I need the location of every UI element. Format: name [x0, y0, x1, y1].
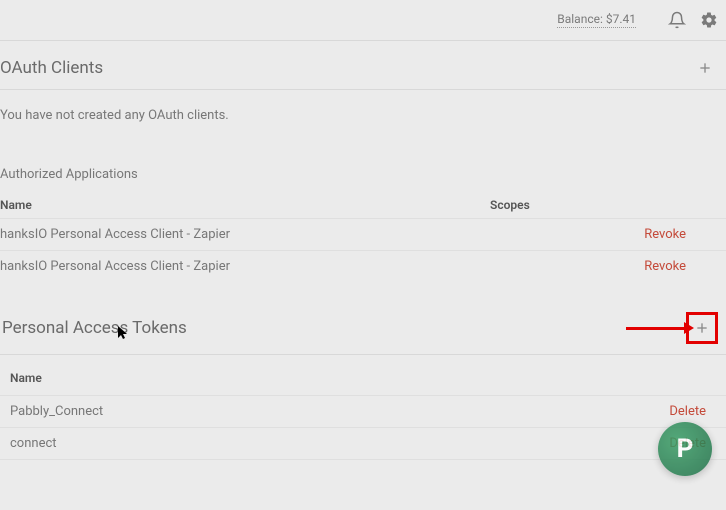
- top-bar: Balance: $7.41: [0, 0, 726, 40]
- oauth-clients-header: OAuth Clients: [0, 41, 726, 90]
- delete-token-button[interactable]: Delete: [669, 404, 716, 419]
- auth-app-name: hanksIO Personal Access Client - Zapier: [0, 227, 490, 242]
- oauth-empty-message: You have not created any OAuth clients.: [0, 90, 726, 147]
- auth-col-scopes: Scopes: [490, 198, 726, 212]
- pat-token-name: Pabbly_Connect: [10, 404, 669, 419]
- balance-label[interactable]: Balance: $7.41: [557, 12, 636, 28]
- pat-header: Personal Access Tokens: [0, 298, 726, 355]
- authorized-apps-table-head: Name Scopes: [0, 192, 726, 218]
- authorized-apps-title: Authorized Applications: [0, 147, 726, 192]
- oauth-clients-section: OAuth Clients You have not created any O…: [0, 40, 726, 147]
- add-oauth-client-button[interactable]: [694, 57, 716, 79]
- pat-title: Personal Access Tokens: [2, 318, 187, 338]
- annotation-highlight: [686, 312, 718, 344]
- auth-col-name: Name: [0, 198, 490, 212]
- auth-app-name: hanksIO Personal Access Client - Zapier: [0, 259, 490, 274]
- chat-fab[interactable]: P: [658, 422, 712, 476]
- add-personal-access-token-button[interactable]: [691, 317, 713, 339]
- pat-row: connect Delete: [0, 428, 726, 460]
- authorized-apps-section: Authorized Applications Name Scopes hank…: [0, 147, 726, 282]
- revoke-button[interactable]: Revoke: [644, 227, 716, 242]
- auth-app-row: hanksIO Personal Access Client - Zapier …: [0, 218, 726, 250]
- oauth-clients-title: OAuth Clients: [0, 58, 103, 78]
- notifications-icon[interactable]: [668, 11, 686, 29]
- pat-row: Pabbly_Connect Delete: [0, 396, 726, 428]
- footer: [0, 460, 726, 510]
- personal-access-tokens-section: Personal Access Tokens Name Pabbly_Conne…: [0, 298, 726, 460]
- revoke-button[interactable]: Revoke: [644, 259, 716, 274]
- annotation-arrow: [626, 327, 686, 330]
- pat-col-name: Name: [10, 371, 42, 385]
- auth-app-row: hanksIO Personal Access Client - Zapier …: [0, 250, 726, 282]
- pat-token-name: connect: [10, 436, 669, 451]
- pat-table-head: Name: [0, 355, 726, 396]
- settings-icon[interactable]: [700, 11, 718, 29]
